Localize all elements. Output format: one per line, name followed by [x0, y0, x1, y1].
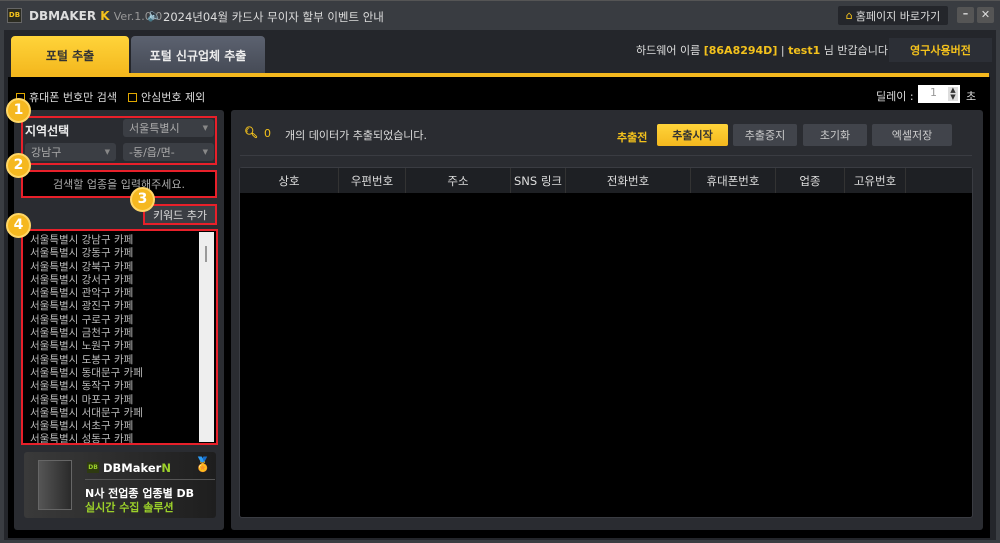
district-select[interactable]: 강남구 ▼ [25, 143, 116, 161]
mobile-only-checkbox[interactable]: 휴대폰 번호만 검색 [16, 89, 117, 105]
app-name: DBMAKER [29, 9, 97, 23]
app-suffix: K [100, 9, 110, 23]
column-header[interactable]: 고유번호 [845, 168, 906, 193]
column-header[interactable]: SNS 링크 [511, 168, 566, 193]
checkbox-label: 안심번호 제외 [141, 91, 206, 104]
list-item[interactable]: 서울특별시 금천구 카페 [30, 327, 216, 340]
list-item[interactable]: 서울특별시 강남구 카페 [30, 234, 216, 247]
result-text: 개의 데이터가 추출되었습니다. [285, 129, 428, 142]
tab-portal-extract[interactable]: 포털 추출 [11, 36, 129, 74]
dong-value: -동/읍/면- [129, 146, 175, 159]
list-item[interactable]: 서울특별시 광진구 카페 [30, 300, 216, 313]
banner-brand: DBMaker [103, 461, 162, 475]
exclude-safe-number-checkbox[interactable]: 안심번호 제외 [128, 89, 205, 105]
list-item[interactable]: 서울특별시 강서구 카페 [30, 274, 216, 287]
chevron-down-icon: ▼ [202, 124, 208, 132]
app-logo: DB [7, 8, 22, 23]
stop-extract-button[interactable]: 추출중지 [733, 124, 797, 146]
title-bar: DB DBMAKER K Ver.1.0.0 🔈 2024년04월 카드사 무이… [0, 0, 1000, 30]
list-item[interactable]: 서울특별시 강북구 카페 [30, 261, 216, 274]
scrollbar-thumb[interactable] [205, 246, 207, 262]
notice-link[interactable]: 2024년04월 카드사 무이자 할부 이벤트 안내 [163, 9, 384, 25]
homepage-button[interactable]: ⌂ 홈페이지 바로가기 [838, 6, 948, 25]
license-button[interactable]: 영구사용버전 [889, 38, 992, 62]
marker-2: 2 [6, 153, 31, 178]
checkbox-label: 휴대폰 번호만 검색 [29, 91, 117, 104]
add-keyword-button[interactable]: 키워드 추가 [143, 204, 217, 225]
divider [240, 155, 972, 156]
speaker-icon: 🔈 [147, 8, 162, 22]
column-header[interactable]: 전화번호 [566, 168, 691, 193]
minimize-button[interactable]: – [957, 7, 974, 23]
checkbox-box [128, 92, 137, 102]
city-select[interactable]: 서울특별시 ▼ [123, 119, 214, 137]
home-icon: ⌂ [845, 9, 853, 22]
divider [85, 479, 215, 480]
username: test1 [788, 44, 821, 57]
column-header[interactable]: 주소 [406, 168, 511, 193]
column-header[interactable]: 상호 [240, 168, 339, 193]
marker-1: 1 [6, 98, 31, 123]
list-item[interactable]: 서울특별시 서초구 카페 [30, 420, 216, 433]
reset-button[interactable]: 초기화 [803, 124, 867, 146]
chevron-down-icon: ▼ [104, 148, 110, 156]
scrollbar[interactable] [199, 232, 214, 442]
results-table: 상호 우편번호 주소 SNS 링크 전화번호 휴대폰번호 업종 고유번호 [239, 167, 973, 518]
result-count: 0 [264, 127, 271, 140]
close-button[interactable]: ✕ [977, 7, 994, 23]
district-value: 강남구 [31, 146, 62, 159]
marker-3: 3 [130, 187, 155, 212]
list-item[interactable]: 서울특별시 관악구 카페 [30, 287, 216, 300]
delay-unit: 초 [966, 90, 977, 103]
homepage-label: 홈페이지 바로가기 [855, 9, 941, 23]
dong-select[interactable]: -동/읍/면- ▼ [123, 143, 214, 161]
list-item[interactable]: 서울특별시 동대문구 카페 [30, 367, 216, 380]
column-header[interactable]: 휴대폰번호 [691, 168, 776, 193]
region-label: 지역선택 [25, 124, 70, 138]
award-icon: 🏅 [194, 457, 212, 473]
excel-save-button[interactable]: 엑셀저장 [872, 124, 952, 146]
keyword-input[interactable]: 검색할 업종을 입력해주세요. [21, 170, 217, 198]
tab-portal-new-extract[interactable]: 포털 신규업체 추출 [131, 36, 265, 74]
list-item[interactable]: 서울특별시 구로구 카페 [30, 314, 216, 327]
delay-stepper[interactable]: ▲ ▼ [948, 87, 958, 101]
list-item[interactable]: 서울특별시 노원구 카페 [30, 340, 216, 353]
banner-line2: 실시간 수집 솔루션 [85, 501, 174, 514]
promo-banner[interactable]: DB DBMakerN 🏅 N사 전업종 업종별 DB 실시간 수집 솔루션 [24, 452, 216, 518]
user-info: 하드웨어 이름 [86A8294D] | test1 님 반갑습니다! [636, 44, 893, 57]
list-item[interactable]: 서울특별시 동작구 카페 [30, 380, 216, 393]
marker-4: 4 [6, 213, 31, 238]
list-item[interactable]: 서울특별시 강동구 카페 [30, 247, 216, 260]
column-header[interactable]: 업종 [776, 168, 845, 193]
delay-label: 딜레이 : [876, 90, 914, 103]
column-header[interactable]: 우편번호 [339, 168, 406, 193]
start-extract-button[interactable]: 추출시작 [657, 124, 728, 146]
list-item[interactable]: 서울특별시 마포구 카페 [30, 394, 216, 407]
extraction-status: 추출전 [617, 131, 648, 144]
list-item[interactable]: 서울특별시 성동구 카페 [30, 433, 216, 443]
city-value: 서울특별시 [129, 122, 180, 135]
product-box-image [38, 460, 72, 510]
table-header: 상호 우편번호 주소 SNS 링크 전화번호 휴대폰번호 업종 고유번호 [240, 168, 972, 193]
chevron-down-icon: ▼ [202, 148, 208, 156]
banner-brand-suffix: N [161, 461, 171, 475]
list-item[interactable]: 서울특별시 서대문구 카페 [30, 407, 216, 420]
banner-logo: DB [87, 462, 99, 473]
keyword-list[interactable]: 서울특별시 강남구 카페 서울특별시 강동구 카페 서울특별시 강북구 카페 서울특별… [21, 229, 218, 445]
search-icon: 🔍︎ [244, 126, 258, 139]
list-item[interactable]: 서울특별시 도봉구 카페 [30, 354, 216, 367]
hardware-id: [86A8294D] [703, 44, 778, 57]
